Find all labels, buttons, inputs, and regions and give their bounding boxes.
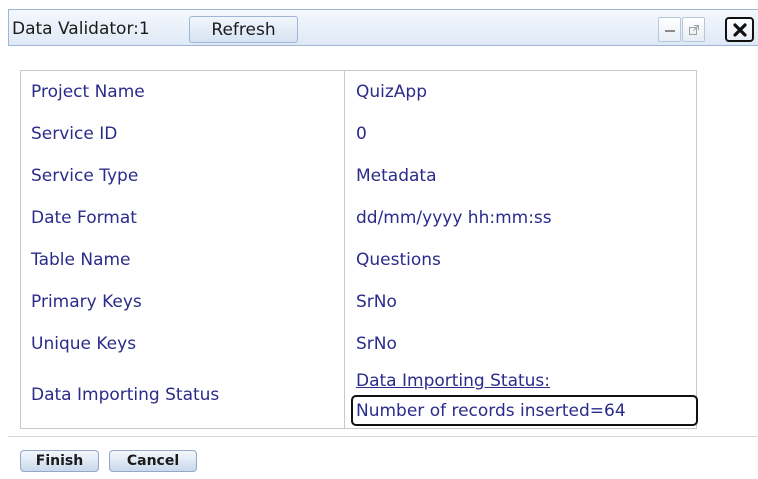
unique-keys-value: SrNo	[356, 334, 397, 354]
popout-icon	[688, 24, 699, 35]
table-row: Service Type Metadata	[21, 155, 696, 197]
table-row: Date Format dd/mm/yyyy hh:mm:ss	[21, 197, 696, 239]
popout-button[interactable]	[682, 17, 705, 42]
service-id-label: Service ID	[31, 124, 118, 144]
service-type-value: Metadata	[356, 166, 437, 186]
table-row: Table Name Questions	[21, 239, 696, 281]
table-row: Project Name QuizApp	[21, 71, 696, 113]
table-name-value: Questions	[356, 250, 441, 270]
service-id-value: 0	[356, 124, 367, 144]
importing-status-label: Data Importing Status	[31, 385, 220, 405]
primary-keys-label: Primary Keys	[31, 292, 142, 312]
records-inserted-status: Number of records inserted=64	[351, 395, 698, 426]
table-row: Primary Keys SrNo	[21, 281, 696, 323]
refresh-button[interactable]: Refresh	[189, 16, 298, 43]
info-grid: Project Name QuizApp Service ID 0 Servic…	[20, 70, 698, 429]
table-row: Unique Keys SrNo	[21, 323, 696, 365]
importing-status-heading: Data Importing Status:	[356, 371, 551, 391]
close-button[interactable]	[725, 17, 754, 42]
project-name-label: Project Name	[31, 82, 145, 102]
dialog-titlebar: Data Validator:1 Refresh	[8, 9, 758, 46]
footer-divider	[8, 436, 758, 437]
date-format-label: Date Format	[31, 208, 137, 228]
cancel-button[interactable]: Cancel	[109, 450, 197, 472]
project-name-value: QuizApp	[356, 82, 428, 102]
minimize-button[interactable]	[658, 17, 681, 42]
table-row: Service ID 0	[21, 113, 696, 155]
unique-keys-label: Unique Keys	[31, 334, 137, 354]
primary-keys-value: SrNo	[356, 292, 397, 312]
minimize-icon	[664, 29, 675, 32]
finish-button[interactable]: Finish	[20, 450, 99, 472]
service-type-label: Service Type	[31, 166, 139, 186]
table-name-label: Table Name	[31, 250, 131, 270]
dialog-title: Data Validator:1	[12, 19, 150, 39]
close-icon	[732, 22, 747, 37]
date-format-value: dd/mm/yyyy hh:mm:ss	[356, 208, 552, 228]
